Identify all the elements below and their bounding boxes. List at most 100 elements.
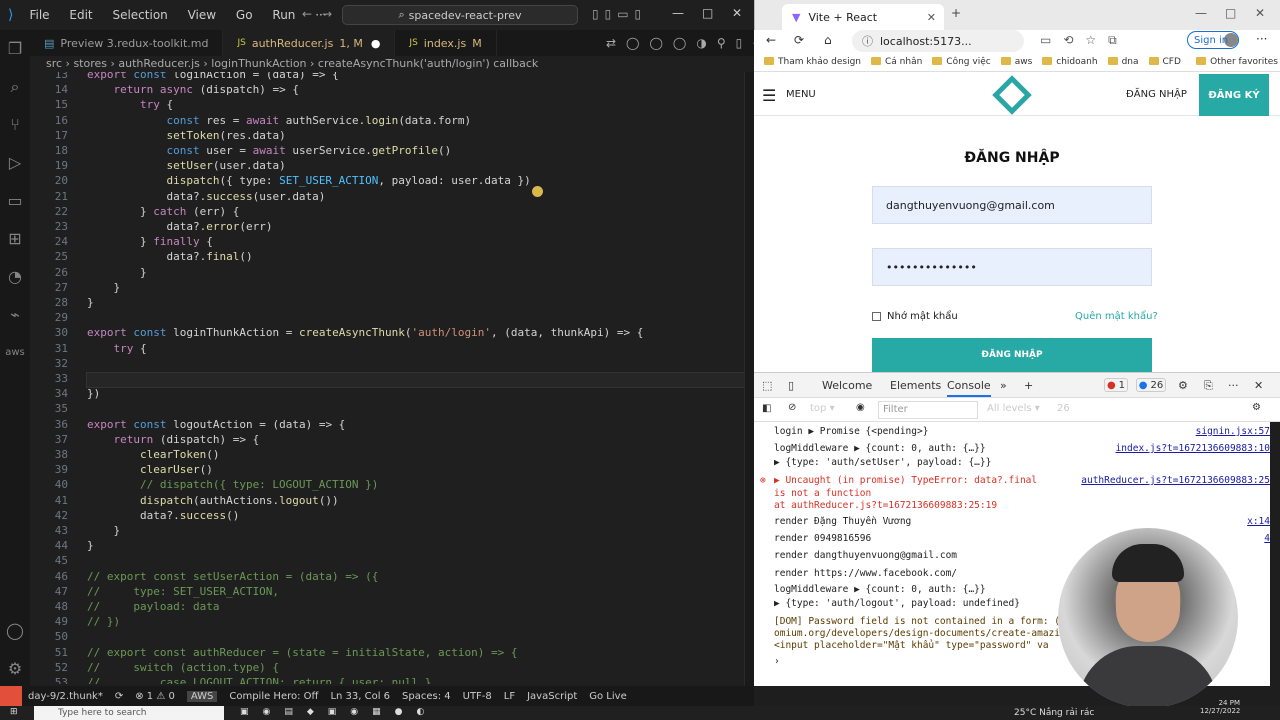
menu-label[interactable]: MENU: [786, 89, 816, 100]
code-line[interactable]: dispatch(authActions.logout()): [87, 494, 339, 507]
search-icon[interactable]: ⌕: [0, 68, 30, 106]
clear-console-icon[interactable]: ⊘: [788, 402, 796, 413]
code-line[interactable]: return async (dispatch) => {: [87, 83, 299, 96]
taskbar-search[interactable]: Type here to search: [34, 706, 224, 720]
source-link[interactable]: x:14: [1247, 516, 1270, 527]
code-line[interactable]: }: [87, 266, 147, 279]
add-tab-icon[interactable]: +: [1024, 379, 1033, 392]
login-submit-button[interactable]: ĐĂNG NHẬP: [872, 338, 1152, 372]
source-link[interactable]: signin.jsx:57: [1196, 426, 1270, 437]
extensions-icon[interactable]: ⊞: [0, 220, 30, 258]
code-line[interactable]: }: [87, 281, 120, 294]
new-tab-icon[interactable]: +: [951, 6, 961, 20]
browser-tab[interactable]: ▼ Vite + React ✕: [782, 4, 944, 30]
console-message[interactable]: login ▶ Promise {<pending>} signin.jsx:57: [774, 426, 1270, 437]
forgot-password-link[interactable]: Quên mật khẩu?: [1075, 311, 1158, 322]
more-icon[interactable]: ···: [1228, 379, 1239, 392]
code-line[interactable]: }: [87, 524, 120, 537]
cursor-position[interactable]: Ln 33, Col 6: [330, 691, 390, 702]
console-message[interactable]: ▶ {type: 'auth/setUser', payload: {…}}: [774, 457, 1270, 468]
refresh-icon[interactable]: ⟳: [794, 33, 804, 47]
code-line[interactable]: }: [87, 296, 94, 309]
code-line[interactable]: data?.final(): [87, 250, 252, 263]
breadcrumb[interactable]: src › stores › authReducer.js › loginThu…: [30, 56, 754, 72]
aws-icon[interactable]: aws: [0, 334, 30, 372]
context-select[interactable]: top ▾: [810, 403, 835, 414]
menu-selection[interactable]: Selection: [112, 8, 167, 22]
code-line[interactable]: clearToken(): [87, 448, 219, 461]
error-count-badge[interactable]: ● 1: [1104, 378, 1128, 392]
minimize-icon[interactable]: —: [672, 6, 684, 20]
console-message[interactable]: at authReducer.js?t=1672136609883:25:19: [774, 500, 1270, 511]
menu-file[interactable]: File: [29, 8, 49, 22]
git-branch[interactable]: day-9/2.thunk*: [28, 691, 103, 702]
run-debug-icon[interactable]: ▷: [0, 144, 30, 182]
bookmark-folder[interactable]: CFD: [1148, 57, 1181, 67]
console-filter-input[interactable]: Filter: [878, 401, 978, 419]
back-arrow-icon[interactable]: ←: [302, 7, 312, 21]
console-message[interactable]: logMiddleware ▶ {count: 0, auth: {…}} ind…: [774, 443, 1270, 454]
bookmark-folder[interactable]: chidoanh: [1042, 57, 1098, 67]
encoding[interactable]: UTF-8: [463, 691, 492, 702]
code-line[interactable]: data?.error(err): [87, 220, 272, 233]
eye-icon[interactable]: ◉: [856, 402, 865, 413]
close-devtools-icon[interactable]: ✕: [1254, 379, 1263, 392]
hamburger-icon[interactable]: ☰: [762, 86, 776, 105]
maximize-icon[interactable]: □: [702, 6, 713, 20]
remember-checkbox[interactable]: Nhớ mật khẩu: [872, 311, 958, 322]
code-line[interactable]: // type: SET_USER_ACTION,: [87, 585, 279, 598]
compile-hero-status[interactable]: Compile Hero: Off: [229, 691, 318, 702]
close-tab-icon[interactable]: ✕: [927, 11, 936, 24]
code-line[interactable]: } catch (err) {: [87, 205, 239, 218]
more-tabs-icon[interactable]: »: [1000, 379, 1007, 392]
code-line[interactable]: data?.success(user.data): [87, 190, 325, 203]
close-icon[interactable]: ✕: [1255, 6, 1265, 20]
remote-explorer-icon[interactable]: ▭: [0, 182, 30, 220]
code-line[interactable]: // switch (action.type) {: [87, 661, 279, 674]
git-graph-icon[interactable]: ◔: [0, 258, 30, 296]
source-control-icon[interactable]: ⑂: [0, 106, 30, 144]
menu-go[interactable]: Go: [236, 8, 253, 22]
checkbox-icon[interactable]: [872, 312, 881, 321]
email-field[interactable]: dangthuyenvuong@gmail.com: [872, 186, 1152, 224]
tab-index-js[interactable]: JS index.js M: [395, 30, 497, 56]
remote-indicator-icon[interactable]: [0, 686, 22, 706]
console-message[interactable]: render Đặng Thuyền Vương x:14: [774, 516, 1270, 527]
inspect-icon[interactable]: ⬚: [762, 379, 772, 392]
bookmark-folder[interactable]: Cá nhân: [871, 57, 922, 67]
weather-widget[interactable]: 25°C Nắng rải rác: [1014, 706, 1094, 720]
layout-icons[interactable]: ▯▯▭▯: [592, 7, 647, 21]
code-line[interactable]: const user = await userService.getProfil…: [87, 144, 451, 157]
source-link[interactable]: index.js?t=1672136609883:10: [1116, 443, 1270, 454]
more-icon[interactable]: ···: [1256, 32, 1267, 46]
menu-view[interactable]: View: [188, 8, 216, 22]
taskbar-clock[interactable]: 24 PM 12/27/2022: [1200, 699, 1240, 715]
tab-elements[interactable]: Elements: [890, 379, 941, 392]
header-login-link[interactable]: ĐĂNG NHẬP: [1126, 89, 1187, 100]
code-line[interactable]: } finally {: [87, 235, 213, 248]
code-line[interactable]: // export const authReducer = (state = i…: [87, 646, 517, 659]
code-line[interactable]: // export const setUserAction = (data) =…: [87, 570, 378, 583]
go-live[interactable]: Go Live: [589, 691, 626, 702]
sidebar-toggle-icon[interactable]: ◧: [762, 403, 771, 414]
editor-scrollbar[interactable]: [744, 72, 754, 686]
windows-start-icon[interactable]: ⊞: [10, 707, 18, 717]
code-line[interactable]: data?.success(): [87, 509, 239, 522]
source-link[interactable]: authReducer.js?t=1672136609883:25: [1081, 475, 1270, 486]
tab-authreducer[interactable]: JS authReducer.js 1, M ●: [223, 30, 396, 56]
problems-count[interactable]: ⊗ 1 ⚠ 0: [135, 691, 175, 702]
console-message[interactable]: is not a function: [774, 488, 1270, 499]
menu-edit[interactable]: Edit: [69, 8, 92, 22]
message-count-badge[interactable]: ● 26: [1136, 378, 1166, 392]
tab-preview-redux-toolkit[interactable]: ▤ Preview 3.redux-toolkit.md: [30, 30, 224, 56]
device-toolbar-icon[interactable]: ▯: [788, 379, 794, 392]
code-line[interactable]: try {: [87, 98, 173, 111]
address-bar[interactable]: ⓘ localhost:5173...: [852, 30, 1024, 52]
accounts-icon[interactable]: ◯: [0, 612, 30, 650]
code-line[interactable]: return (dispatch) => {: [87, 433, 260, 446]
docker-icon[interactable]: ⌁: [0, 296, 30, 334]
password-field[interactable]: ••••••••••••••: [872, 248, 1152, 286]
code-line[interactable]: }): [87, 387, 100, 400]
toolbar-icons[interactable]: ▭⟲☆⧉: [1040, 33, 1129, 48]
code-line[interactable]: const res = await authService.login(data…: [87, 114, 471, 127]
